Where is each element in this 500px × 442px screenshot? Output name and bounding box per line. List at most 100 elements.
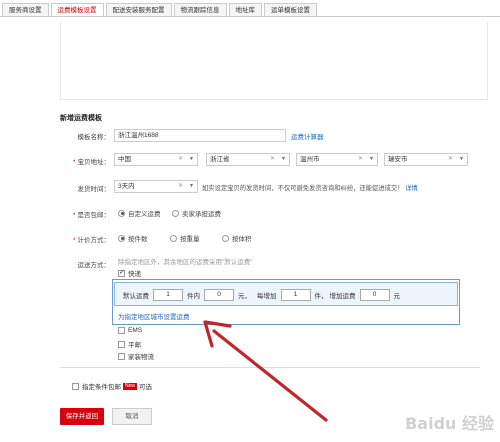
checkbox-home-logistics-label: 家装物流 bbox=[128, 354, 154, 361]
free-shipping-label-text: 是否包邮： bbox=[77, 212, 111, 219]
form-divider bbox=[60, 367, 480, 368]
radio-by-piece-label: 按件数 bbox=[128, 236, 148, 243]
checkbox-mail[interactable]: 平邮 bbox=[118, 339, 141, 349]
arrow-shaft bbox=[212, 329, 328, 422]
radio-empty-icon bbox=[222, 234, 229, 242]
district-select[interactable]: 瑞安市 ✕ ▼ bbox=[384, 153, 468, 166]
pricing-label-text: 计价方式： bbox=[77, 237, 111, 244]
chevron-down-icon: ▼ bbox=[281, 156, 286, 162]
watermark: Baidu 经验 bbox=[405, 414, 494, 433]
tab-logistics-tracking[interactable]: 物流跟踪信息 bbox=[173, 3, 227, 17]
clear-icon[interactable]: ✕ bbox=[270, 154, 275, 165]
free-shipping-label: * 是否包邮： bbox=[50, 209, 110, 219]
checkbox-empty-icon bbox=[118, 340, 125, 348]
radio-custom-freight[interactable]: 自定义运费 bbox=[118, 208, 161, 218]
cancel-button[interactable]: 取消 bbox=[112, 408, 152, 425]
template-name-input[interactable]: 浙江温州1688 bbox=[114, 129, 286, 142]
clear-icon[interactable]: ✕ bbox=[448, 154, 453, 165]
radio-empty-icon bbox=[170, 234, 177, 242]
freight-calculator-link[interactable]: 运费计算器 bbox=[291, 131, 324, 141]
ship-time-hint: 如实设定宝贝的发货时间，不仅可避免发货咨询和纠纷，还能促进成交！ 详情 bbox=[202, 183, 418, 192]
chevron-down-icon: ▼ bbox=[369, 156, 374, 162]
default-price-input[interactable]: 0 bbox=[204, 289, 234, 301]
checkbox-express-label: 快递 bbox=[128, 271, 141, 278]
checkbox-checked-icon bbox=[118, 268, 125, 277]
checkbox-express[interactable]: 快递 bbox=[118, 268, 141, 278]
address-label-text: 宝贝地址： bbox=[77, 159, 111, 166]
each-add-label: 每增加 bbox=[257, 293, 277, 300]
top-panel bbox=[60, 22, 488, 100]
radio-empty-icon bbox=[172, 209, 179, 217]
pricing-label: * 计价方式： bbox=[50, 234, 110, 244]
checkbox-ems-label: EMS bbox=[128, 327, 143, 334]
ship-time-select[interactable]: 3天内 ✕ ▼ bbox=[114, 180, 198, 193]
default-qty-input[interactable]: 1 bbox=[153, 289, 183, 301]
required-mark: * bbox=[72, 212, 76, 219]
radio-by-volume-label: 按体积 bbox=[232, 236, 252, 243]
checkbox-empty-icon bbox=[72, 382, 79, 390]
arrow-head bbox=[203, 320, 232, 348]
province-value: 浙江省 bbox=[210, 156, 230, 163]
checkbox-empty-icon bbox=[118, 327, 125, 334]
radio-by-weight[interactable]: 按重量 bbox=[170, 233, 200, 243]
unit-yuan2-label: 元 bbox=[393, 293, 401, 300]
chevron-down-icon: ▼ bbox=[459, 156, 464, 162]
clear-icon[interactable]: ✕ bbox=[178, 154, 183, 165]
required-mark: * bbox=[72, 159, 76, 166]
required-mark: * bbox=[72, 237, 76, 244]
radio-by-weight-label: 按重量 bbox=[180, 236, 200, 243]
address-label: * 宝贝地址： bbox=[50, 156, 110, 166]
radio-custom-freight-label: 自定义运费 bbox=[128, 211, 161, 218]
radio-selected-icon bbox=[118, 209, 125, 217]
clear-icon[interactable]: ✕ bbox=[358, 154, 363, 165]
ship-time-label: 发货时间： bbox=[77, 186, 111, 193]
district-value: 瑞安市 bbox=[388, 156, 408, 163]
default-freight-label: 默认运费 bbox=[123, 293, 149, 300]
checkbox-mail-label: 平邮 bbox=[128, 342, 141, 349]
default-freight-box: 默认运费 1 件内 0 元， 每增加 1 件， 增加运费 0 元 bbox=[114, 282, 458, 306]
chevron-down-icon: ▼ bbox=[189, 156, 194, 162]
checkbox-empty-icon bbox=[118, 352, 125, 360]
radio-seller-pays-label: 卖家承担运费 bbox=[182, 211, 221, 218]
checkbox-ems[interactable]: EMS bbox=[118, 327, 142, 334]
tab-provider-settings[interactable]: 服务商设置 bbox=[2, 3, 49, 17]
radio-by-volume[interactable]: 按体积 bbox=[222, 233, 252, 243]
add-qty-input[interactable]: 1 bbox=[280, 289, 311, 301]
tab-address-book[interactable]: 地址库 bbox=[228, 3, 262, 17]
country-value: 中国 bbox=[118, 156, 131, 163]
optional-label: 可选 bbox=[139, 384, 153, 391]
country-select[interactable]: 中国 ✕ ▼ bbox=[114, 153, 198, 166]
radio-by-piece[interactable]: 按件数 bbox=[118, 233, 148, 243]
chevron-down-icon: ▼ bbox=[189, 183, 194, 189]
template-name-label: 模板名称： bbox=[77, 134, 111, 141]
default-freight-row: 默认运费 1 件内 0 元， 每增加 1 件， 增加运费 0 元 bbox=[123, 289, 400, 301]
tab-delivery-install[interactable]: 配送安装服务配置 bbox=[105, 3, 172, 17]
checkbox-conditional-free[interactable]: 指定条件包邮 New 可选 bbox=[72, 381, 152, 391]
city-select[interactable]: 温州市 ✕ ▼ bbox=[296, 153, 378, 166]
tab-divider bbox=[0, 16, 500, 17]
conditional-free-label: 指定条件包邮 bbox=[82, 384, 121, 391]
unit-yuan-label: 元， bbox=[238, 293, 251, 300]
checkbox-home-logistics[interactable]: 家装物流 bbox=[118, 351, 154, 361]
ship-time-detail-link[interactable]: 详情 bbox=[405, 185, 418, 192]
tab-freight-template[interactable]: 运费模板设置 bbox=[50, 3, 104, 17]
tab-bar: 服务商设置 运费模板设置 配送安装服务配置 物流跟踪信息 地址库 运单模板设置 bbox=[2, 3, 319, 17]
ship-time-hint-text: 如实设定宝贝的发货时间，不仅可避免发货咨询和纠纷，还能促进成交！ bbox=[202, 185, 404, 192]
add-freight-label: 增加运费 bbox=[329, 293, 356, 300]
method-hint: 除指定地区外，其余地区的运费采用"默认运费" bbox=[118, 259, 253, 266]
unit-piece-label: 件内 bbox=[187, 293, 200, 300]
clear-icon[interactable]: ✕ bbox=[178, 181, 183, 192]
save-return-button[interactable]: 保存并返回 bbox=[60, 408, 104, 425]
province-select[interactable]: 浙江省 ✕ ▼ bbox=[206, 153, 290, 166]
radio-seller-pays[interactable]: 卖家承担运费 bbox=[172, 208, 221, 218]
add-price-input[interactable]: 0 bbox=[359, 289, 390, 301]
method-label: 运送方式： bbox=[77, 262, 111, 269]
unit-piece2-label: 件， bbox=[314, 293, 328, 300]
new-badge: New bbox=[123, 382, 138, 390]
section-title: 新增运费模板 bbox=[60, 115, 102, 122]
city-value: 温州市 bbox=[300, 156, 320, 163]
tab-waybill-template[interactable]: 运单模板设置 bbox=[264, 3, 317, 17]
radio-selected-icon bbox=[118, 234, 125, 242]
set-region-freight-link[interactable]: 为指定地区城市设置运费 bbox=[118, 311, 190, 321]
ship-time-value: 3天内 bbox=[118, 183, 135, 190]
